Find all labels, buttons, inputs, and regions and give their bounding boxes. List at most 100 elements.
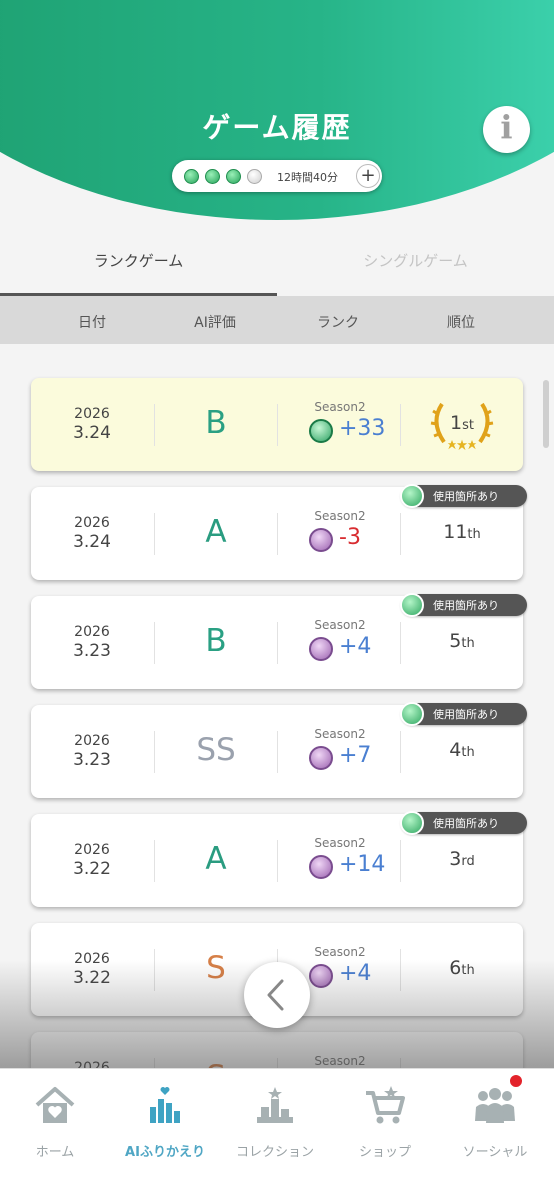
home-icon	[35, 1087, 75, 1123]
column-header: 日付 AI評価 ランク 順位	[0, 296, 554, 344]
nav-home-label: ホーム	[35, 1145, 75, 1160]
usage-badge-label: 使用箇所あり	[433, 817, 499, 830]
divider	[277, 622, 278, 664]
divider	[277, 404, 278, 446]
rank-delta: -3	[339, 525, 361, 550]
game-year: 2026	[74, 515, 110, 531]
nav-ai-review-label: AIふりかえり	[125, 1145, 205, 1160]
social-icon	[475, 1088, 515, 1123]
season-label: Season2	[314, 618, 366, 632]
nav-collection-label: コレクション	[235, 1145, 314, 1160]
game-date: 3.23	[73, 641, 111, 661]
column-place: 順位	[447, 315, 475, 331]
placement-suffix: rd	[461, 854, 475, 869]
tab-rank-game[interactable]: ランクゲーム	[0, 250, 277, 271]
placement-number: 4	[449, 739, 462, 761]
tab-bar: ランクゲーム シングルゲーム	[0, 232, 554, 296]
stamina-orb-icon	[226, 169, 241, 184]
ai-grade: SS	[196, 732, 236, 768]
game-history-row[interactable]: 2026 3.24 B Season2 +33 1st	[31, 378, 523, 471]
bottom-navigation: ホーム AIふりかえり コレクション ショップ ソーシャル	[0, 1068, 554, 1200]
nav-social-label: ソーシャル	[462, 1145, 528, 1160]
column-date: 日付	[78, 315, 106, 331]
tab-single-game[interactable]: シングルゲーム	[277, 250, 554, 271]
placement-number: 3	[449, 848, 462, 870]
placement-suffix: th	[467, 527, 481, 542]
season-label: Season2	[314, 400, 366, 414]
placement: 3rd	[401, 848, 523, 870]
item-usage-icon	[400, 702, 424, 726]
divider	[277, 731, 278, 773]
ai-review-icon	[150, 1087, 180, 1123]
usage-badge: 使用箇所あり	[400, 702, 527, 726]
season-label: Season2	[314, 509, 366, 523]
placement-suffix: st	[462, 418, 474, 433]
column-rank: ランク	[317, 315, 359, 331]
game-history-row[interactable]: 2026 3.22 A Season2 +14 3rd 使用箇所あり	[31, 811, 527, 907]
rank-emblem-icon	[309, 637, 333, 661]
placement-suffix: th	[461, 745, 475, 760]
info-icon: i	[500, 108, 513, 146]
stamina-time: 12時間40分	[277, 171, 338, 184]
chevron-left-icon	[267, 979, 284, 1011]
nav-shop[interactable]: ショップ	[330, 1081, 440, 1171]
usage-badge: 使用箇所あり	[400, 811, 527, 835]
page-title: ゲーム履歴	[202, 111, 352, 144]
back-button[interactable]	[244, 962, 310, 1028]
game-date: 3.24	[73, 423, 111, 443]
social-notification-badge	[508, 1073, 524, 1089]
scrollbar[interactable]	[543, 380, 549, 448]
ai-grade: A	[205, 514, 227, 550]
season-label: Season2	[314, 727, 366, 741]
stamina-bar: 12時間40分 +	[172, 160, 382, 192]
item-usage-icon	[400, 593, 424, 617]
item-usage-icon	[400, 811, 424, 835]
column-ai-grade: AI評価	[194, 315, 236, 331]
usage-badge-label: 使用箇所あり	[433, 490, 499, 503]
season-label: Season2	[314, 836, 366, 850]
game-history-row[interactable]: 2026 3.24 A Season2 -3 11th 使用箇所あり	[31, 484, 527, 580]
usage-badge-label: 使用箇所あり	[433, 599, 499, 612]
item-usage-icon	[400, 484, 424, 508]
game-date: 3.23	[73, 750, 111, 770]
ai-grade: A	[205, 841, 227, 877]
placement: 11th	[401, 521, 523, 543]
placement-number: 5	[449, 630, 462, 652]
nav-ai-review[interactable]: AIふりかえり	[110, 1081, 220, 1171]
usage-badge: 使用箇所あり	[400, 484, 527, 508]
usage-badge-label: 使用箇所あり	[433, 708, 499, 721]
placement-number: 11	[443, 521, 468, 543]
placement: 5th	[401, 630, 523, 652]
stamina-add-button[interactable]: +	[356, 164, 380, 188]
rank-delta: +7	[339, 743, 372, 768]
info-button[interactable]: i	[483, 106, 530, 153]
game-history-row[interactable]: 2026 3.23 B Season2 +4 5th 使用箇所あり	[31, 593, 527, 689]
nav-shop-label: ショップ	[358, 1145, 411, 1160]
game-year: 2026	[74, 624, 110, 640]
rank-emblem-icon	[309, 746, 333, 770]
stamina-orb-empty-icon	[247, 169, 262, 184]
ai-grade: B	[205, 623, 227, 659]
usage-badge: 使用箇所あり	[400, 593, 527, 617]
game-history-row[interactable]: 2026 3.23 SS Season2 +7 4th 使用箇所あり	[31, 702, 527, 798]
nav-collection[interactable]: コレクション	[220, 1081, 330, 1171]
divider	[277, 513, 278, 555]
collection-icon	[257, 1087, 293, 1123]
nav-home[interactable]: ホーム	[0, 1081, 110, 1171]
stamina-orb-icon	[184, 169, 199, 184]
stamina-orb-icon	[205, 169, 220, 184]
ai-grade: B	[205, 405, 227, 441]
game-year: 2026	[74, 842, 110, 858]
placement-number: 1	[450, 412, 463, 434]
nav-social[interactable]: ソーシャル	[440, 1081, 550, 1171]
season-label: Season2	[314, 945, 366, 959]
rank-emblem-icon	[309, 855, 333, 879]
game-year: 2026	[74, 406, 110, 422]
rank-delta: +33	[339, 416, 386, 441]
rank-delta: +14	[339, 852, 386, 877]
game-date: 3.24	[73, 532, 111, 552]
game-year: 2026	[74, 733, 110, 749]
cart-icon	[366, 1086, 405, 1124]
game-date: 3.22	[73, 859, 111, 879]
placement: 1st	[401, 412, 523, 434]
